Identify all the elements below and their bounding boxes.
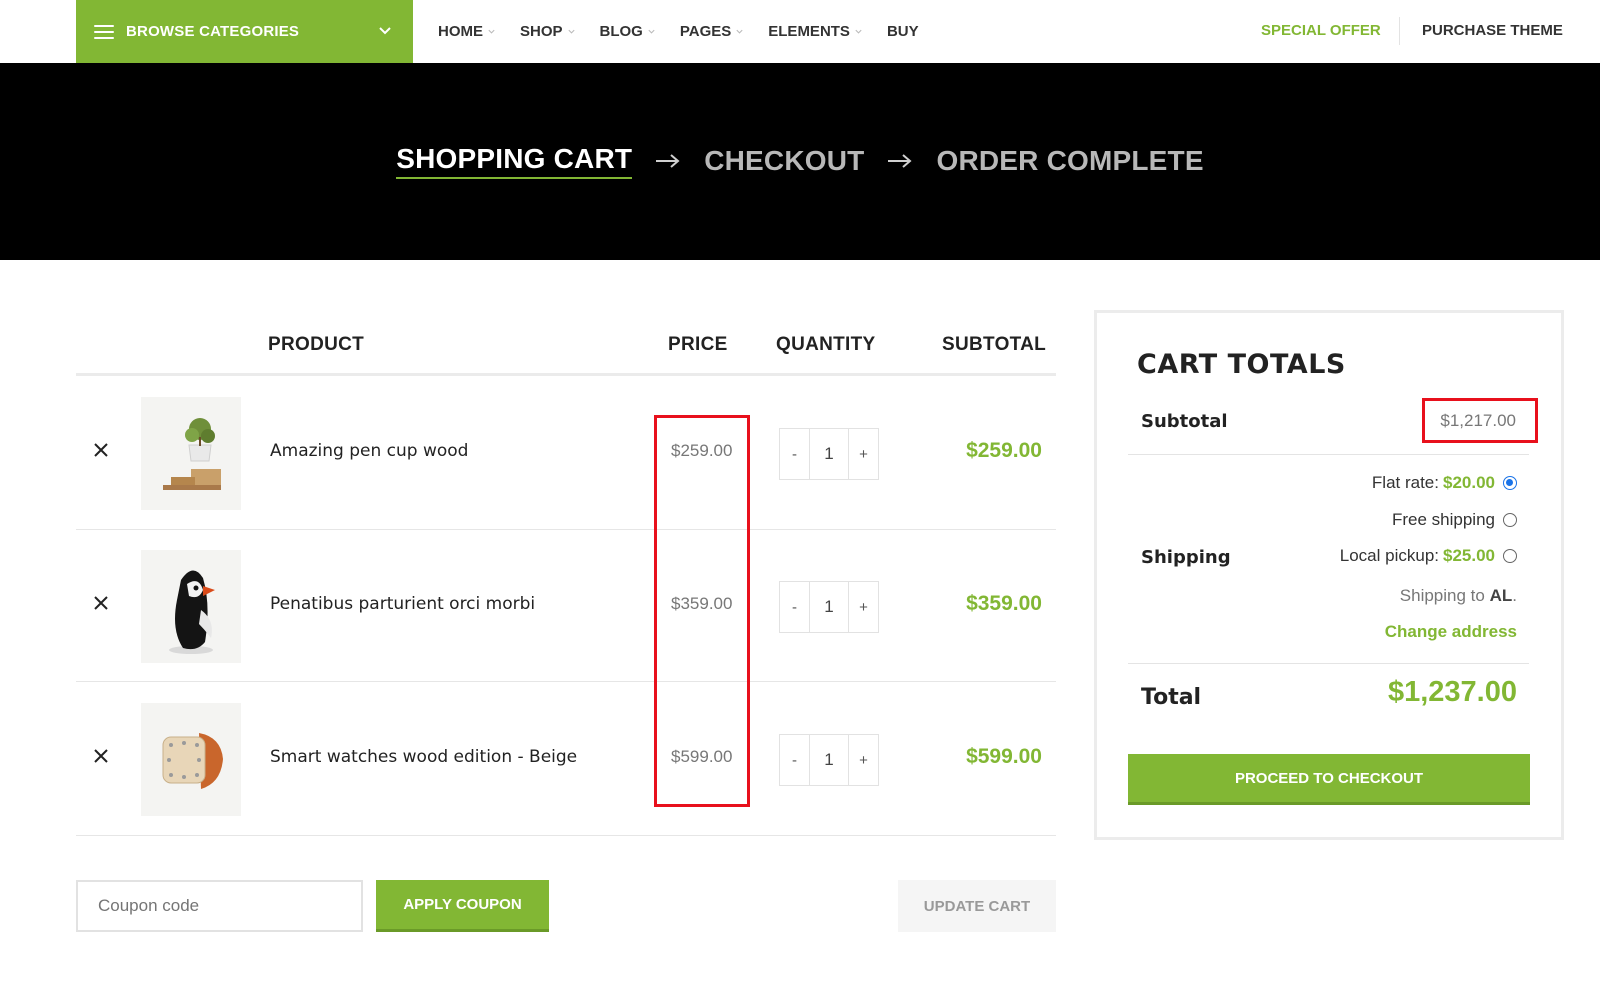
coupon-code-input[interactable] (76, 880, 363, 932)
nav-divider (1399, 17, 1400, 45)
cart-totals-panel: CART TOTALS Subtotal $1,217.00 Shipping … (1094, 310, 1564, 840)
product-name-link[interactable]: Penatibus parturient orci morbi (270, 594, 535, 614)
chevron-down-icon (855, 29, 862, 34)
qty-plus-button[interactable]: + (849, 582, 878, 632)
chevron-down-icon (488, 29, 495, 34)
qty-minus-button[interactable]: - (780, 429, 809, 479)
table-row: Penatibus parturient orci morbi $359.00 … (76, 530, 1056, 682)
shipping-label: Shipping (1141, 547, 1231, 568)
shipping-option-amount: $20.00 (1443, 473, 1495, 492)
arrow-right-icon (888, 154, 913, 168)
subtotal-highlight (1422, 398, 1538, 443)
step-order-complete: ORDER COMPLETE (936, 145, 1204, 176)
shipping-option-label: Local pickup: (1339, 546, 1439, 565)
header-price: PRICE (668, 334, 728, 355)
menu-item-label: BUY (886, 23, 919, 40)
qty-input[interactable]: 1 (809, 735, 849, 785)
cart-totals-title: CART TOTALS (1137, 349, 1346, 380)
price-column-highlight (654, 415, 750, 807)
quantity-stepper: - 1 + (779, 734, 879, 786)
line-subtotal: $599.00 (966, 745, 1042, 768)
remove-item-icon[interactable] (92, 594, 110, 612)
menu-item-pages[interactable]: PAGES (680, 23, 744, 40)
divider (1128, 454, 1529, 455)
step-checkout[interactable]: CHECKOUT (704, 145, 864, 177)
menu-item-label: BLOG (599, 23, 643, 40)
radio-icon[interactable] (1503, 549, 1517, 563)
total-value: $1,237.00 (1387, 676, 1517, 708)
checkout-steps: SHOPPING CART CHECKOUT ORDER COMPLETE (0, 143, 1600, 179)
qty-plus-button[interactable]: + (849, 429, 878, 479)
menu-item-label: SHOP (520, 23, 563, 40)
shipping-option-local-pickup[interactable]: Local pickup: $25.00 (1340, 546, 1517, 566)
qty-input[interactable]: 1 (809, 582, 849, 632)
cart-table-header: PRODUCT PRICE QUANTITY SUBTOTAL (76, 330, 1056, 376)
header-product: PRODUCT (268, 334, 365, 355)
line-subtotal: $259.00 (966, 439, 1042, 462)
table-row: Smart watches wood edition - Beige $599.… (76, 683, 1056, 836)
purchase-theme-link[interactable]: PURCHASE THEME (1422, 22, 1563, 39)
remove-item-icon[interactable] (92, 747, 110, 765)
quantity-stepper: - 1 + (779, 428, 879, 480)
shipping-destination: Shipping to AL. (1400, 586, 1517, 606)
browse-categories-button[interactable]: BROWSE CATEGORIES (76, 0, 413, 63)
step-shopping-cart[interactable]: SHOPPING CART (396, 143, 633, 179)
qty-plus-button[interactable]: + (849, 735, 878, 785)
divider (1128, 663, 1529, 664)
table-row: Amazing pen cup wood $259.00 - 1 + $259.… (76, 377, 1056, 530)
total-label: Total (1141, 685, 1202, 710)
qty-minus-button[interactable]: - (780, 582, 809, 632)
arrow-right-icon (656, 154, 680, 168)
apply-coupon-button[interactable]: APPLY COUPON (376, 880, 549, 932)
browse-categories-label: BROWSE CATEGORIES (126, 23, 300, 40)
puffin-figure-image (141, 550, 241, 663)
shipping-to-prefix: Shipping to (1399, 586, 1485, 605)
quantity-stepper: - 1 + (779, 581, 879, 633)
remove-item-icon[interactable] (92, 441, 110, 459)
product-thumbnail[interactable] (141, 397, 241, 510)
shipping-option-free[interactable]: Free shipping (1392, 510, 1517, 530)
pen-cup-plant-image (141, 397, 241, 510)
header-quantity: QUANTITY (776, 334, 876, 355)
top-navbar: BROWSE CATEGORIES HOME SHOP BLOG PAGES E… (0, 0, 1600, 63)
header-subtotal: SUBTOTAL (942, 334, 1047, 355)
menu-item-buy[interactable]: BUY (887, 23, 919, 40)
proceed-to-checkout-button[interactable]: PROCEED TO CHECKOUT (1128, 754, 1530, 805)
shipping-to-suffix: . (1512, 586, 1517, 605)
chevron-down-icon (648, 29, 655, 34)
qty-input[interactable]: 1 (809, 429, 849, 479)
menu-item-elements[interactable]: ELEMENTS (768, 23, 863, 40)
product-name-link[interactable]: Smart watches wood edition - Beige (270, 747, 577, 767)
menu-item-label: PAGES (679, 23, 732, 40)
line-subtotal: $359.00 (966, 592, 1042, 615)
update-cart-button[interactable]: UPDATE CART (898, 880, 1056, 932)
chevron-down-icon (736, 29, 743, 34)
special-offer-link[interactable]: SPECIAL OFFER (1261, 22, 1381, 39)
main-menu: HOME SHOP BLOG PAGES ELEMENTS BUY (438, 0, 943, 63)
subtotal-label: Subtotal (1141, 411, 1228, 432)
shipping-option-label: Free shipping (1391, 510, 1495, 529)
menu-item-shop[interactable]: SHOP (520, 23, 576, 40)
menu-item-home[interactable]: HOME (438, 23, 496, 40)
product-thumbnail[interactable] (141, 550, 241, 663)
shipping-to-value: AL (1489, 586, 1513, 605)
radio-icon[interactable] (1503, 513, 1517, 527)
wood-watch-image (141, 703, 241, 816)
change-address-link[interactable]: Change address (1385, 622, 1517, 642)
menu-item-blog[interactable]: BLOG (600, 23, 656, 40)
chevron-down-icon (567, 29, 575, 34)
qty-minus-button[interactable]: - (780, 735, 809, 785)
chevron-down-icon (379, 27, 391, 35)
shipping-option-label: Flat rate: (1371, 473, 1439, 492)
menu-item-label: HOME (438, 23, 483, 40)
product-name-link[interactable]: Amazing pen cup wood (270, 441, 468, 461)
radio-selected-icon[interactable] (1503, 476, 1517, 490)
hamburger-icon (94, 24, 114, 39)
shipping-option-amount: $25.00 (1443, 546, 1495, 565)
shipping-option-flat-rate[interactable]: Flat rate: $20.00 (1372, 473, 1517, 493)
checkout-steps-banner: SHOPPING CART CHECKOUT ORDER COMPLETE (0, 63, 1600, 260)
product-thumbnail[interactable] (141, 703, 241, 816)
menu-item-label: ELEMENTS (768, 23, 850, 40)
